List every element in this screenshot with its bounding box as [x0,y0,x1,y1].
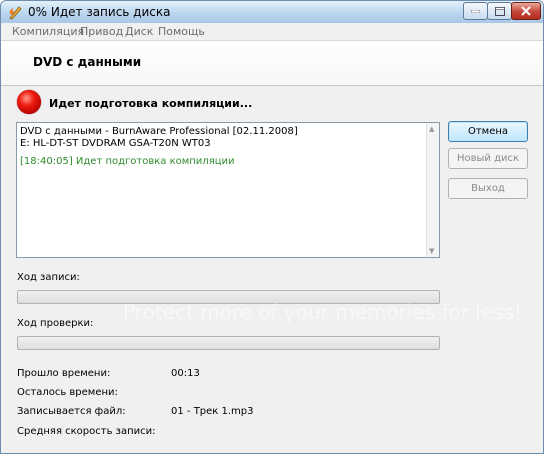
minimize-icon [471,9,480,13]
log-scrollbar[interactable]: ▲ ▼ [426,123,439,257]
elapsed-value: 00:13 [171,368,200,379]
write-progress-bar [17,290,440,304]
status-text: Идет подготовка компиляции... [49,97,253,110]
remaining-label: Осталось времени: [17,387,118,398]
maximize-icon [494,6,505,16]
log-line: DVD с данными - BurnAware Professional [… [20,126,298,137]
elapsed-label: Прошло времени: [17,368,111,379]
write-progress-label: Ход записи: [17,272,80,283]
average-speed-label: Средняя скорость записи: [17,426,156,437]
log-line: E: HL-DT-ST DVDRAM GSA-T20N WT03 [20,138,211,149]
exit-button[interactable]: Выход [448,178,528,199]
scroll-down-icon[interactable]: ▼ [429,247,434,255]
log-panel[interactable]: DVD с данными - BurnAware Professional [… [16,122,440,258]
title-bar[interactable]: 0% Идет запись диска [1,1,543,24]
menu-disc[interactable]: Диск [125,25,153,38]
close-button[interactable] [511,2,541,20]
new-disc-button[interactable]: Новый диск [448,148,528,169]
menu-bar: Компиляция Привод Диск Помощь [1,23,543,41]
maximize-button[interactable] [487,2,512,20]
status-indicator-icon [17,90,41,114]
menu-compilation[interactable]: Компиляция [12,25,84,38]
scroll-up-icon[interactable]: ▲ [429,125,434,133]
minimize-button[interactable] [463,2,488,20]
current-file-value: 01 - Трек 1.mp3 [171,406,254,417]
log-line: [18:40:05] Идет подготовка компиляции [20,156,235,167]
window-title: 0% Идет запись диска [28,5,171,19]
page-title: DVD с данными [33,55,142,69]
close-icon [521,6,531,16]
cancel-button[interactable]: Отмена [448,121,528,142]
verify-progress-bar [17,336,440,350]
menu-drive[interactable]: Привод [80,25,123,38]
verify-progress-label: Ход проверки: [17,318,94,329]
page-header: DVD с данными [1,41,543,86]
burn-window: 0% Идет запись диска Компиляция Привод Д… [0,0,544,454]
current-file-label: Записывается файл: [17,406,126,417]
menu-help[interactable]: Помощь [158,25,205,38]
burn-flame-icon [9,6,22,20]
